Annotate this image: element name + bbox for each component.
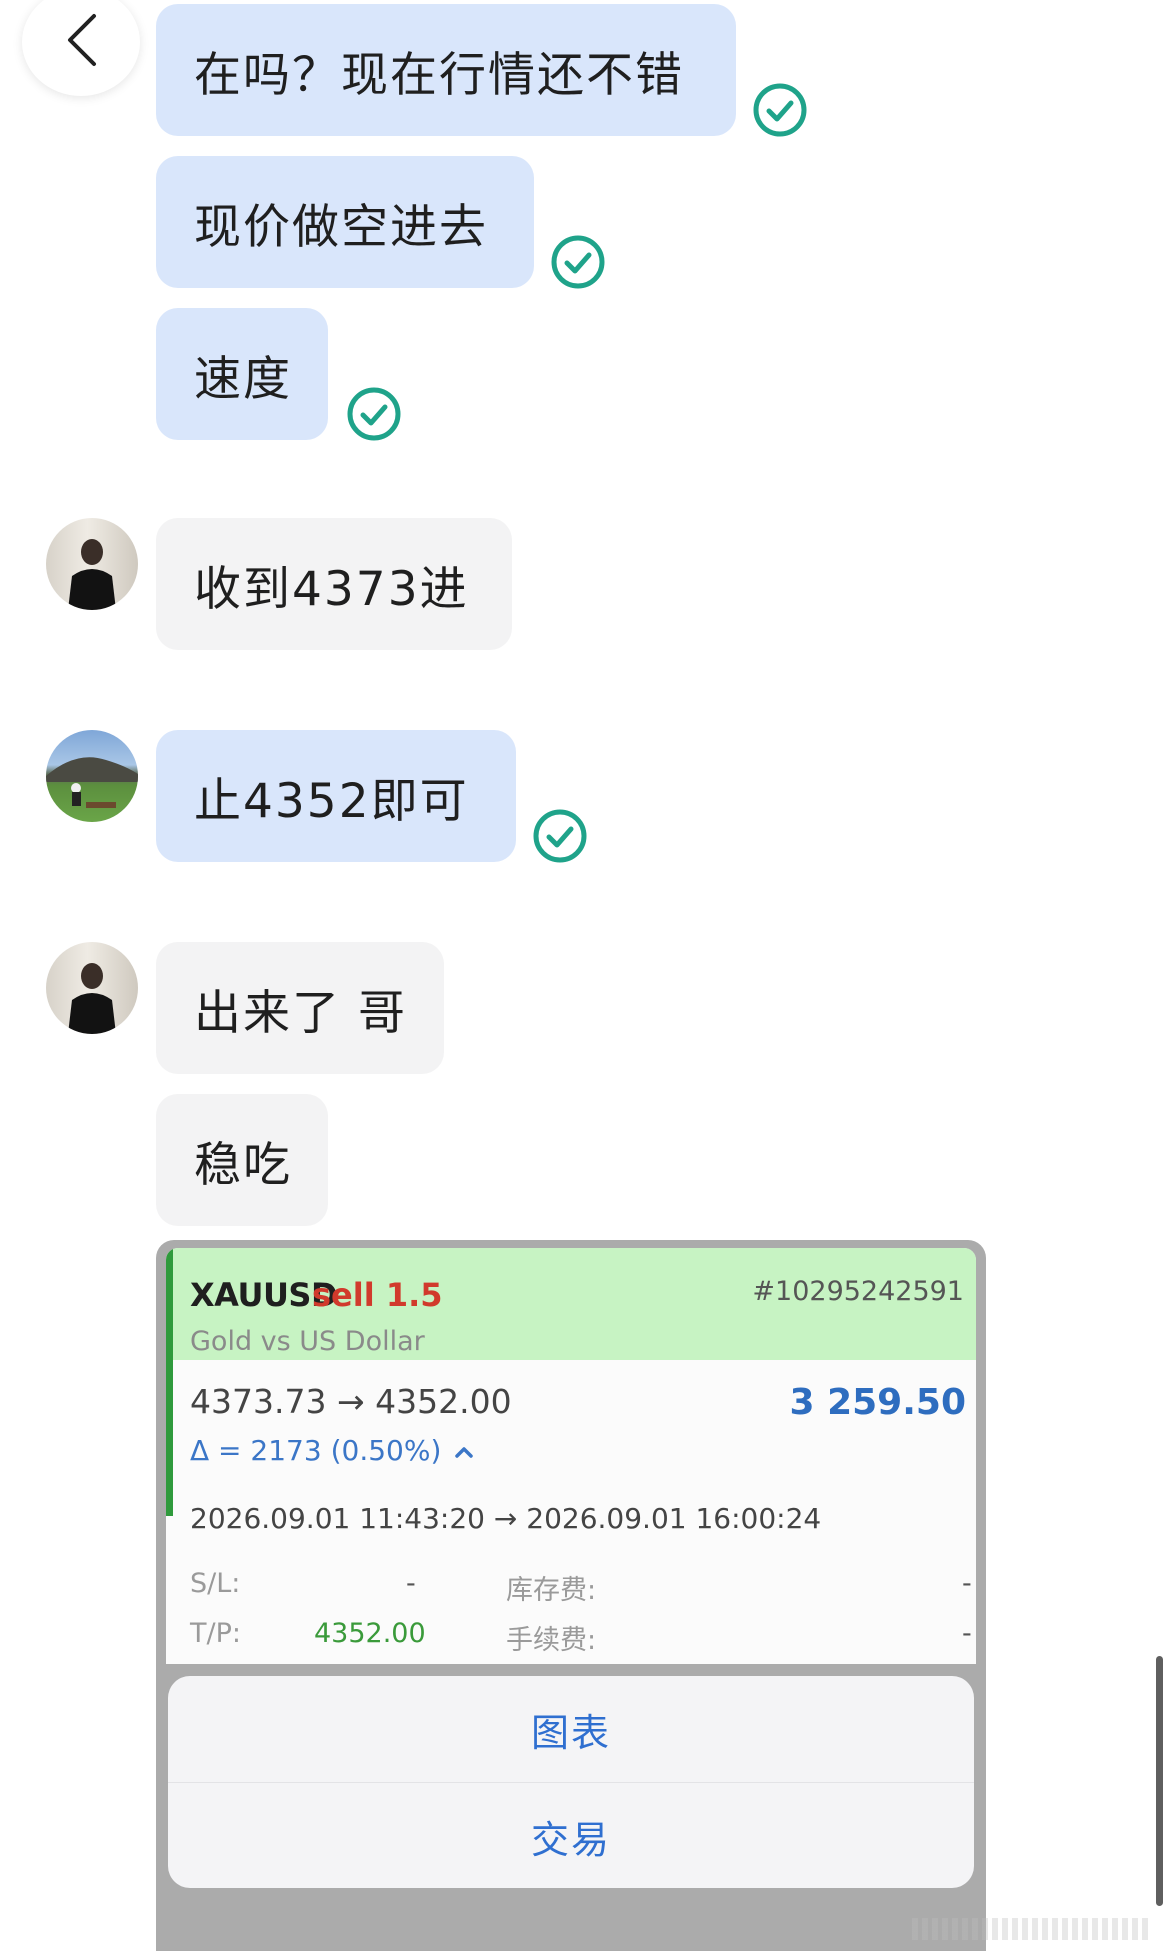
open-time: 2026.09.01 11:43:20 [190,1502,485,1535]
chevron-left-icon [68,14,96,66]
back-button[interactable] [22,0,140,96]
message-bubble-incoming[interactable]: 出来了 哥 [156,942,444,1074]
trade-description: Gold vs US Dollar [190,1326,425,1357]
close-time: 2026.09.01 16:00:24 [526,1502,822,1535]
right-arrow-icon: → [336,1382,365,1421]
check-circle-icon [551,235,605,289]
avatar[interactable] [46,942,138,1034]
message-bubble-incoming[interactable]: 收到4373进 [156,518,512,650]
message-bubble-incoming[interactable]: 稳吃 [156,1094,328,1226]
message-bubble-outgoing[interactable]: 速度 [156,308,328,440]
avatar[interactable] [46,518,138,610]
trade-profit: 3 259.50 [789,1382,966,1423]
trade-button[interactable]: 交易 [168,1783,974,1888]
message-text: 在吗？现在行情还不错 [194,47,684,103]
avatar[interactable] [46,730,138,822]
message-text: 止4352即可 [194,773,469,829]
scrollbar[interactable] [1156,1656,1163,1906]
watermark [912,1918,1152,1940]
action-sheet: 图表 交易 [168,1676,974,1888]
trade-volume: 1.5 [385,1276,443,1314]
message-bubble-outgoing[interactable]: 止4352即可 [156,730,516,862]
check-circle-icon [347,387,401,441]
trade-side-volume: sell 1.5 [312,1276,443,1314]
trade-ticket: #10295242591 [752,1276,964,1307]
message-text: 出来了 哥 [194,985,407,1041]
message-text: 速度 [194,351,292,407]
caret-up-icon [455,1447,474,1458]
position-indicator [166,1248,173,1516]
message-bubble-outgoing[interactable]: 现价做空进去 [156,156,534,288]
message-text: 现价做空进去 [194,199,488,255]
sl-value: - [406,1568,416,1599]
user-avatar-image [46,757,138,808]
contact-avatar-image [68,963,116,1034]
close-price: 4352.00 [375,1382,512,1421]
check-circle-icon [533,809,587,863]
message-text: 稳吃 [194,1137,292,1193]
delta-text: Δ = 2173 (0.50%) [190,1434,442,1467]
trade-screenshot-card[interactable]: XAUUSD sell 1.5 #10295242591 Gold vs US … [156,1240,986,1951]
tp-label: T/P: [190,1618,241,1649]
open-price: 4373.73 [190,1382,327,1421]
right-arrow-icon: → [493,1502,518,1535]
swap-value: - [962,1568,972,1599]
check-circle-icon [753,83,807,137]
trade-prices: 4373.73 → 4352.00 [190,1382,512,1421]
commission-value: - [962,1618,972,1649]
trade-time-range: 2026.09.01 11:43:20 → 2026.09.01 16:00:2… [190,1502,821,1535]
sl-label: S/L: [190,1568,241,1599]
commission-label: 手续费: [506,1625,597,1656]
trade-delta: Δ = 2173 (0.50%) [190,1434,474,1467]
chart-button[interactable]: 图表 [168,1676,974,1782]
swap-label: 库存费: [506,1575,597,1606]
tp-value: 4352.00 [314,1618,426,1649]
contact-avatar-image [68,539,116,610]
message-text: 收到4373进 [194,561,469,617]
trade-details: XAUUSD sell 1.5 #10295242591 Gold vs US … [166,1248,976,1664]
message-bubble-outgoing[interactable]: 在吗？现在行情还不错 [156,4,736,136]
trade-side: sell [312,1276,375,1314]
